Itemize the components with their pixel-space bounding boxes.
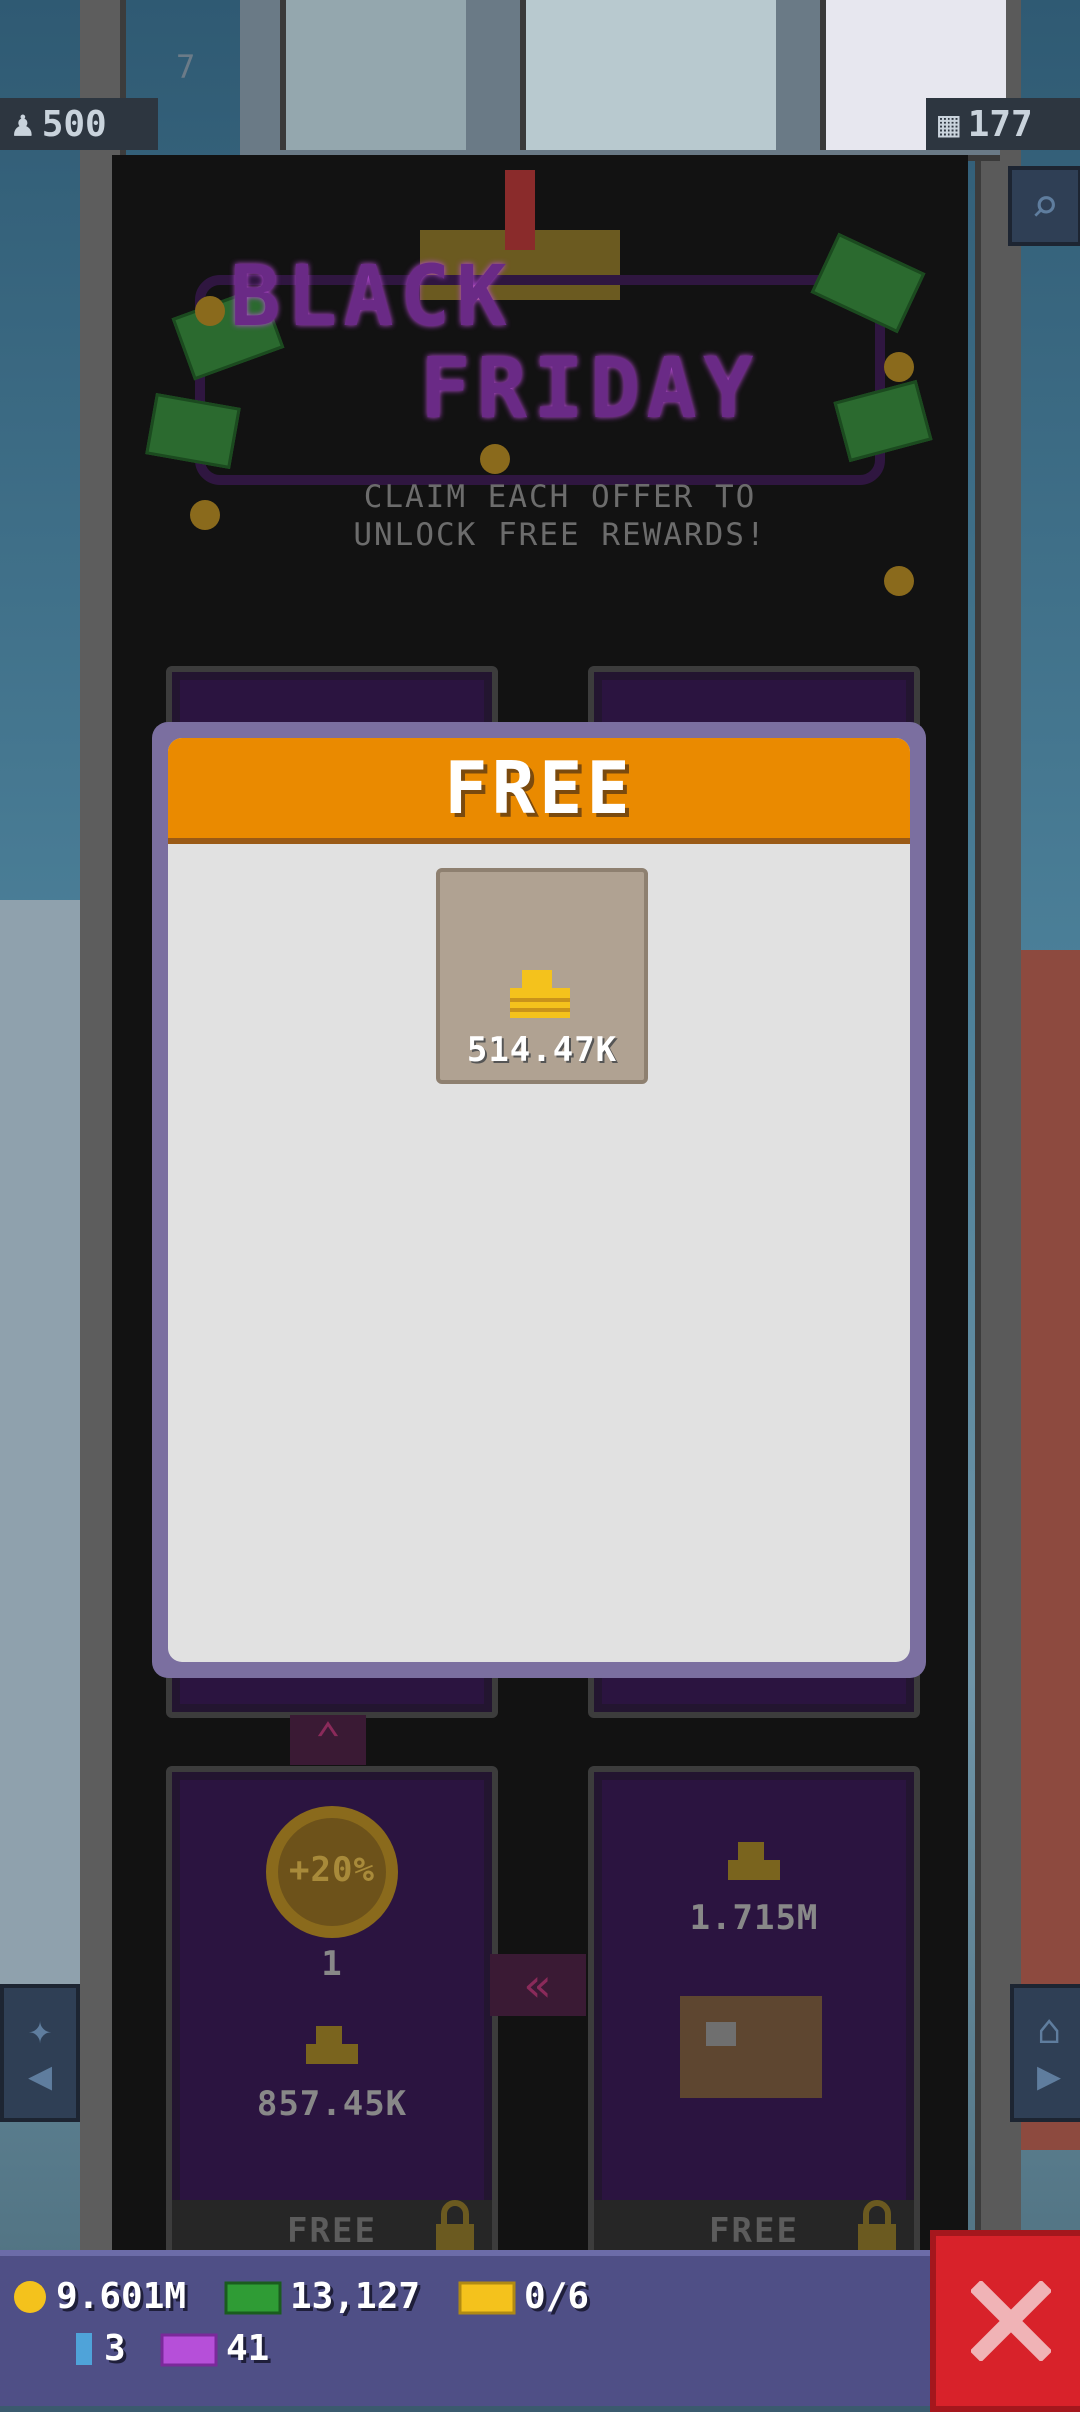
popup-body: FREE 514.47K [168,738,910,1662]
popup-header: FREE [168,738,910,844]
chevron-left-icon: « [490,1954,586,2016]
building-icon: ▦ [938,103,960,145]
coins-resource[interactable]: 9.601M [12,2276,186,2317]
free-reward-popup[interactable]: FREE 514.47K [152,722,926,1678]
home-right-button[interactable]: ⌂ ▶ [1010,1984,1080,2122]
elevator-left-button[interactable]: ✦ ◀ [0,1984,80,2122]
bux-resource[interactable]: 13,127 [224,2276,420,2317]
offer-coin-amount: 1.715M [689,1898,819,1938]
promo-title: BLACK FRIDAY [230,250,759,434]
boost-label: +20% [289,1850,375,1890]
home-icon: ⌂ [1036,2007,1062,2053]
promo-title-line2: FRIDAY [420,339,760,437]
person-icon: ✦ [27,2007,53,2053]
search-icon: ⌕ [1030,178,1060,234]
close-button[interactable] [930,2230,1080,2412]
room [520,0,776,150]
coin-icon [195,296,225,326]
person-icon: ♟ [12,103,34,145]
promo-subtitle-line2: UNLOCK FREE REWARDS! [353,517,767,553]
key-icon [76,2332,92,2365]
ticket-icon [458,2281,516,2314]
offer-coin-amount: 857.45K [256,2084,408,2124]
promo-subtitle: CLAIM EACH OFFER TO UNLOCK FREE REWARDS! [290,478,830,554]
offer-card-boost[interactable]: +20% 1 857.45K FREE [166,1766,498,2268]
popup-title: FREE [444,746,634,830]
coin-stack-icon [510,970,570,1018]
city-building-left [0,900,80,2000]
population-badge[interactable]: ♟ 500 [0,98,158,150]
floors-badge[interactable]: ▦ 177 [926,98,1080,150]
chevron-up-icon: ⌃ [290,1715,366,1765]
golden-tickets-value: 41 [226,2328,270,2369]
promo-title-line1: BLACK [230,247,513,345]
arrow-right-icon: ▶ [1036,2053,1062,2099]
bux-value: 13,127 [290,2276,421,2317]
arrow-left-icon: ◀ [27,2053,53,2099]
offer-price-label: FREE [287,2211,377,2251]
floor-number-label: 7 [176,48,196,86]
coin-stack-icon [306,2026,358,2064]
coin-icon [884,566,914,596]
keys-value: 3 [104,2328,126,2369]
golden-tickets-resource[interactable]: 41 [160,2328,269,2369]
coin-icon [14,2280,46,2313]
gift-ribbon [505,170,535,250]
tower-frame-right [975,0,1021,2250]
coin-stack-icon [728,1842,780,1880]
coin-icon [884,352,914,382]
resource-bar: 9.601M 13,127 0/6 3 41 [0,2250,930,2406]
lock-icon [436,2200,474,2254]
treasure-chest-icon [680,1996,822,2098]
coins-value: 9.601M [56,2276,187,2317]
room [280,0,466,150]
bux-icon [224,2281,282,2314]
coin-icon [480,444,510,474]
top-floor-rooms [240,0,1006,161]
tickets-value: 0/6 [524,2276,590,2317]
population-count: 500 [41,103,107,145]
reward-amount: 514.47K [466,1030,618,1070]
offer-price-label: FREE [709,2211,799,2251]
city-building-right [1015,950,1080,2150]
coin-icon [190,500,220,530]
floors-count: 177 [967,103,1033,145]
golden-ticket-icon [160,2333,218,2366]
lock-icon [858,2200,896,2254]
offer-card-coins[interactable]: 1.715M FREE [588,1766,920,2268]
promo-subtitle-line1: CLAIM EACH OFFER TO [363,479,757,515]
search-button[interactable]: ⌕ [1008,166,1080,246]
boost-count: 1 [321,1944,343,1984]
tickets-resource[interactable]: 0/6 [458,2276,589,2317]
reward-tile[interactable]: 514.47K [436,868,648,1084]
close-icon [971,2281,1051,2361]
keys-resource[interactable]: 3 [72,2328,126,2369]
